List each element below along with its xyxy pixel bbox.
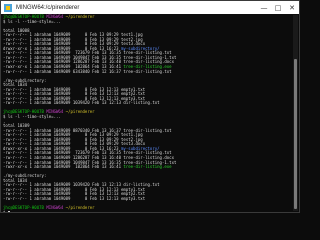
scrollbar-thumb[interactable]: [294, 59, 297, 209]
terminal-output[interactable]: jhc@DESKTOP-H0U7B MINGW64 ~/pirenderer $ …: [3, 14, 291, 212]
output-text: $ ls -l --time-style=...: [3, 18, 61, 24]
prompt-path: ~/pirenderer: [65, 109, 95, 115]
title-bar[interactable]: MINGW64:/c/pirenderer — □ ✕: [1, 1, 299, 14]
listing-meta: -rwxr-xr-x 1 abraham 1049089 102864 Feb …: [3, 164, 124, 170]
listing-meta: -rw-r--r-- 1 abraham 1049089 1039420 Feb…: [3, 100, 124, 106]
prompt-user: jhc@DESKTOP-H0U7B: [3, 204, 44, 210]
minimize-button[interactable]: —: [257, 1, 271, 14]
window-controls: — □ ✕: [257, 1, 299, 14]
prompt-path: ~/pirenderer: [65, 14, 95, 19]
prompt-env: MINGW64: [46, 204, 64, 210]
listing-filename: dir-listing.txt: [123, 100, 160, 106]
listing-filename: empty3.txt: [121, 195, 146, 201]
output-text: $ ls -l --time-style=...: [3, 114, 61, 120]
cursor: [7, 210, 10, 212]
terminal-window: MINGW64:/c/pirenderer — □ ✕ jhc@DESKTOP-…: [0, 0, 300, 213]
listing-filename: tree-dir-listing.txt: [123, 68, 172, 74]
prompt-path: ~/pirenderer: [65, 204, 95, 210]
vertical-scrollbar[interactable]: [293, 15, 298, 211]
listing-meta: -rw-r--r-- 1 abraham 1049089 0 Feb 13 12…: [3, 195, 122, 201]
mingw-terminal-icon[interactable]: [4, 3, 12, 12]
close-button[interactable]: ✕: [285, 1, 299, 14]
command-input-line[interactable]: $: [3, 210, 291, 212]
listing-filename: tree-dir-listing.exe: [123, 164, 172, 170]
window-title: MINGW64:/c/pirenderer: [16, 4, 80, 11]
maximize-button[interactable]: □: [271, 1, 285, 14]
listing-meta: -rw-r--r-- 1 abraham 1049089 6343840 Feb…: [3, 68, 124, 74]
